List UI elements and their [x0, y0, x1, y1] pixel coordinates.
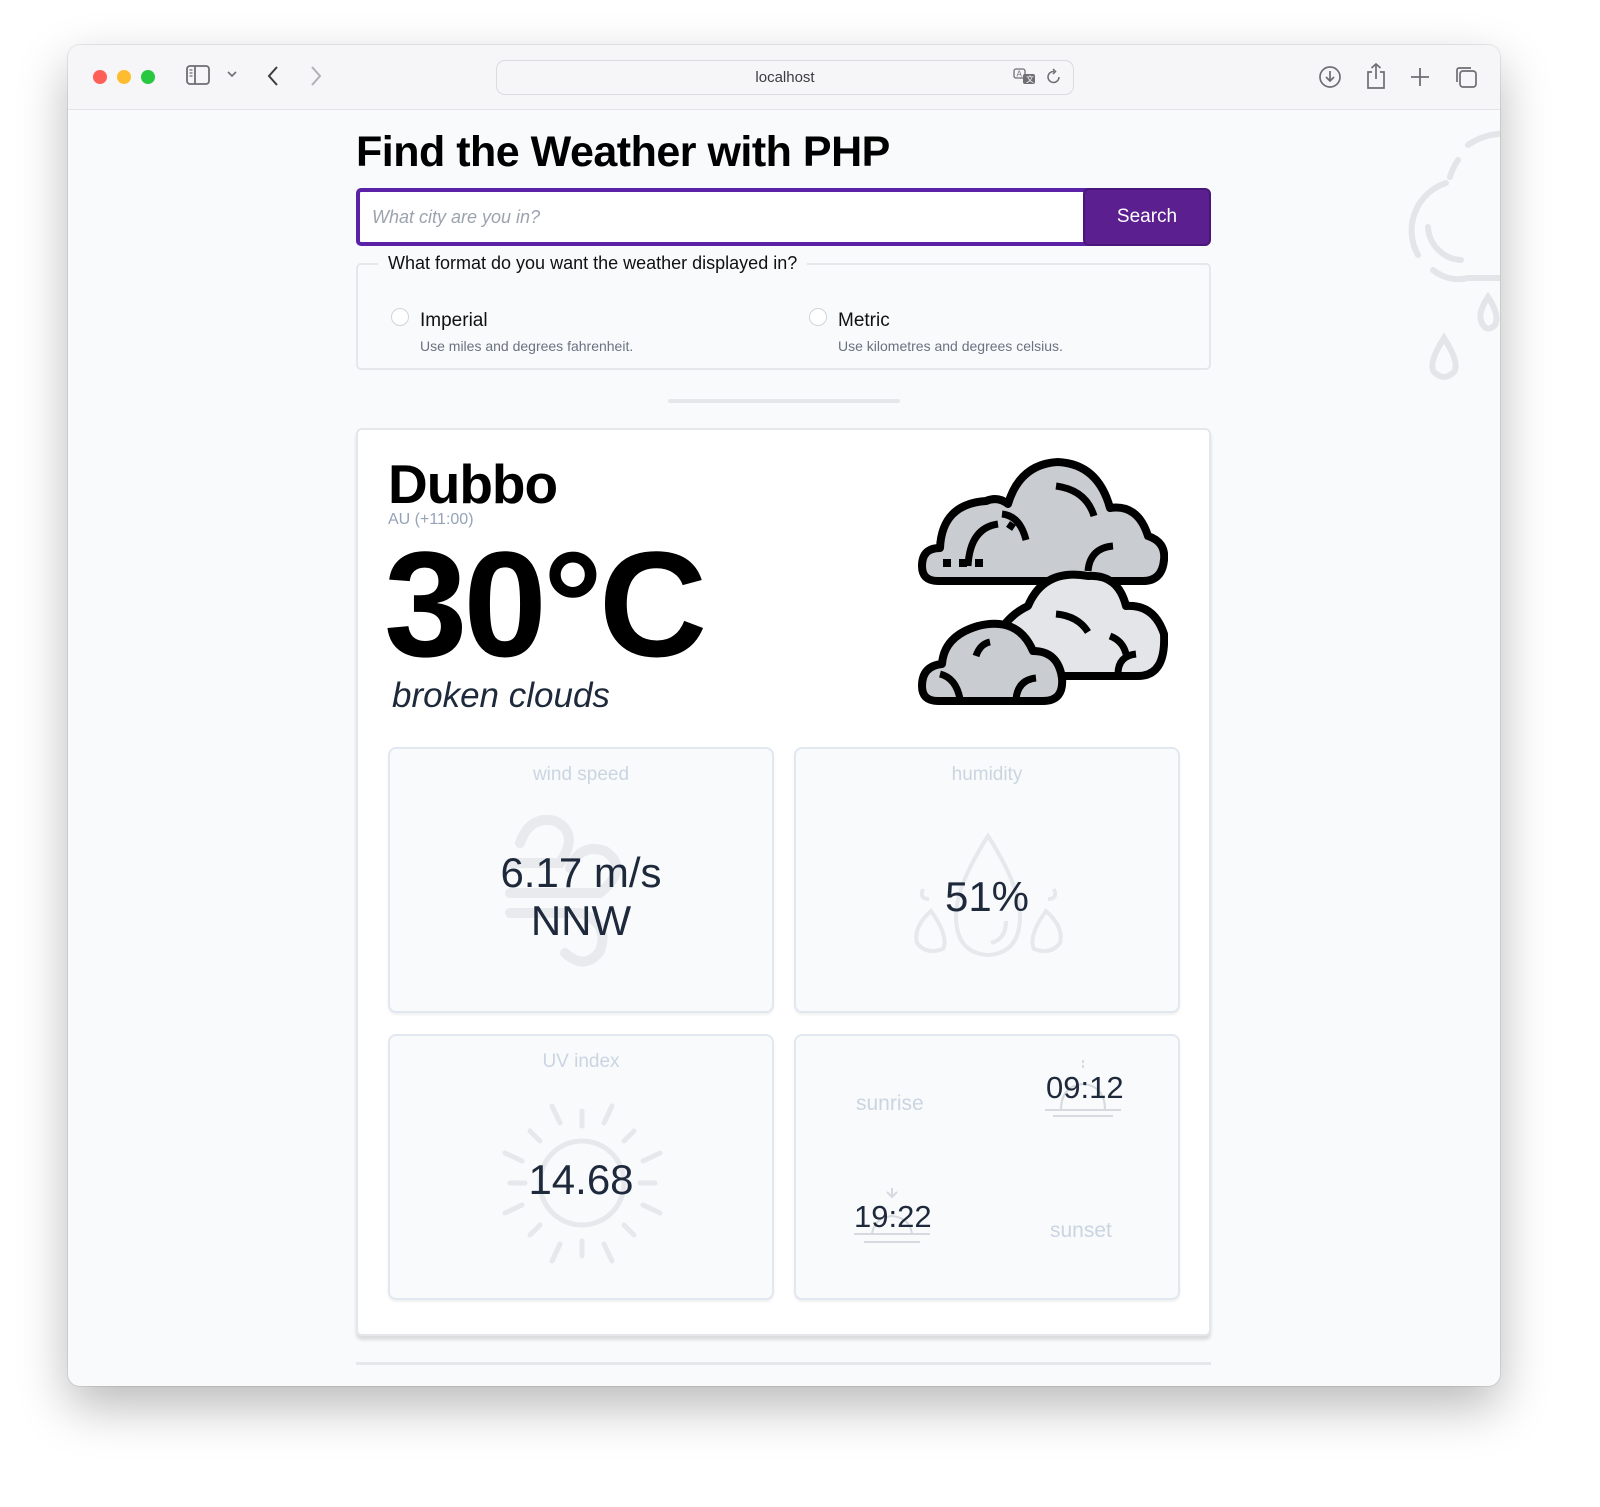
address-bar[interactable]: localhost A文 [496, 60, 1074, 95]
tabs-overview-icon[interactable] [1454, 65, 1478, 89]
browser-window: localhost A文 Find the Weather with PHP W… [68, 45, 1500, 1386]
back-icon[interactable] [266, 65, 280, 87]
svg-text:A: A [1017, 70, 1023, 79]
imperial-description: Use miles and degrees fahrenheit. [420, 338, 634, 354]
temperature: 30°C [384, 520, 707, 688]
wind-speed-value: 6.17 m/s [500, 849, 662, 896]
address-text: localhost [755, 69, 815, 86]
sunrise-time: 09:12 [1046, 1070, 1124, 1105]
forward-icon[interactable] [309, 65, 323, 87]
uv-index-value: 14.68 [528, 1156, 634, 1203]
page-title: Find the Weather with PHP [356, 128, 890, 176]
close-window-button[interactable] [93, 70, 107, 84]
wind-speed-tile: wind speed 6.17 m/s NNW [388, 747, 774, 1013]
metric-label: Metric [838, 310, 890, 331]
metric-radio[interactable] [809, 308, 827, 326]
broken-clouds-icon [918, 458, 1168, 705]
new-tab-icon[interactable] [1409, 66, 1431, 88]
sunrise-sunset-tile: sunrise 09:12 19:22 sunset [794, 1034, 1180, 1300]
weather-description: broken clouds [392, 676, 610, 715]
metric-description: Use kilometres and degrees celsius. [838, 338, 1063, 354]
search-button[interactable]: Search [1083, 188, 1211, 246]
download-icon[interactable] [1318, 65, 1342, 89]
reload-icon[interactable] [1045, 68, 1063, 90]
sunset-time: 19:22 [854, 1199, 932, 1234]
sidebar-icon[interactable] [186, 65, 210, 85]
city-name: Dubbo [388, 453, 558, 515]
wind-speed-label: wind speed [532, 764, 630, 785]
imperial-label: Imperial [420, 310, 488, 331]
minimize-window-button[interactable] [117, 70, 131, 84]
svg-text:文: 文 [1026, 74, 1034, 84]
imperial-radio[interactable] [391, 308, 409, 326]
sunset-label: sunset [1050, 1219, 1112, 1242]
weather-card: Dubbo AU (+11:00) 30°C broken clouds win… [356, 428, 1211, 1336]
uv-index-label: UV index [542, 1051, 620, 1072]
translate-icon[interactable]: A文 [1013, 67, 1037, 91]
format-fieldset: What format do you want the weather disp… [356, 253, 1211, 370]
browser-toolbar: localhost A文 [68, 45, 1500, 110]
format-legend: What format do you want the weather disp… [388, 253, 798, 273]
chevron-down-icon[interactable] [226, 69, 238, 79]
humidity-tile: humidity 51% [794, 747, 1180, 1013]
sunrise-label: sunrise [856, 1092, 924, 1115]
humidity-label: humidity [951, 764, 1023, 785]
wind-direction-value: NNW [530, 897, 632, 944]
maximize-window-button[interactable] [141, 70, 155, 84]
city-search-input[interactable] [356, 188, 1100, 246]
rain-cloud-background-icon [1408, 130, 1500, 380]
page-content: Find the Weather with PHP Search What fo… [68, 110, 1500, 1386]
humidity-value: 51% [944, 873, 1030, 920]
uv-index-tile: UV index 14.68 [388, 1034, 774, 1300]
bottom-divider [356, 1362, 1211, 1365]
section-divider [668, 399, 900, 403]
share-icon[interactable] [1365, 62, 1387, 90]
